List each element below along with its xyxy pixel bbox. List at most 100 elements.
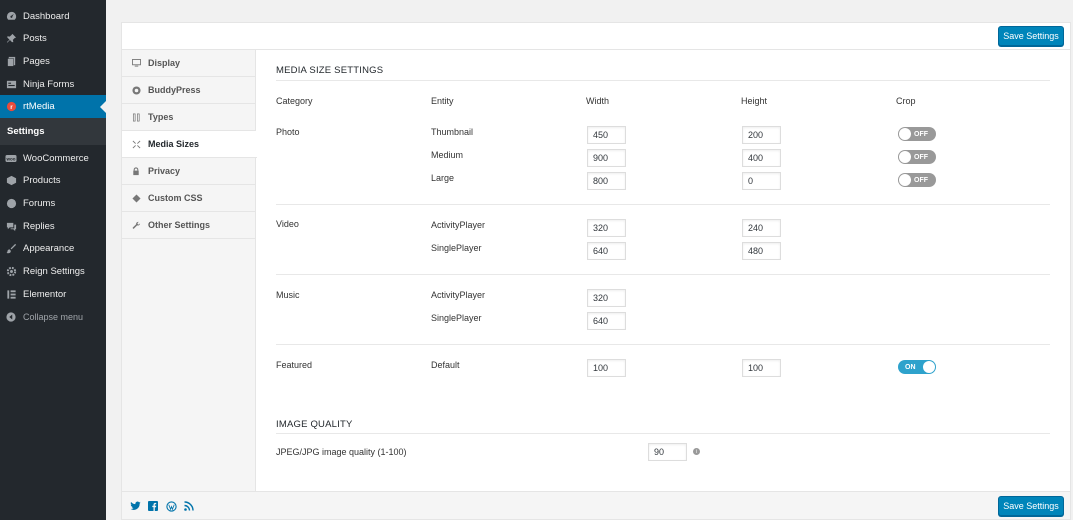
sidebar-item-label: Reign Settings: [23, 266, 85, 277]
image-quality-heading: IMAGE QUALITY: [276, 419, 353, 430]
toggle-label: OFF: [914, 176, 928, 184]
entity-large: Large: [431, 173, 455, 183]
tab-label: BuddyPress: [148, 85, 201, 95]
sidebar-item-replies[interactable]: Replies: [0, 215, 106, 238]
video-activityplayer-height-input[interactable]: 240: [742, 219, 781, 237]
settings-panel: Save Settings Display BuddyPress Types M…: [121, 22, 1071, 520]
products-icon: [5, 175, 17, 187]
sidebar-item-label: Appearance: [23, 243, 75, 254]
tab-label: Privacy: [148, 166, 181, 176]
rss-icon[interactable]: [183, 500, 195, 512]
collapse-menu-button[interactable]: Collapse menu: [0, 305, 106, 328]
entity-thumbnail: Thumbnail: [431, 127, 474, 137]
sidebar-item-label: Replies: [23, 221, 55, 232]
featured-height-input[interactable]: 100: [742, 359, 781, 377]
info-icon[interactable]: i: [693, 448, 700, 455]
monitor-icon: [131, 59, 141, 67]
tab-media-sizes[interactable]: Media Sizes: [122, 131, 257, 158]
video-singleplayer-width-input[interactable]: 640: [587, 242, 626, 260]
tab-label: Types: [148, 112, 174, 122]
sidebar-item-pages[interactable]: Pages: [0, 50, 106, 73]
category-featured: Featured: [276, 360, 313, 370]
entity-default: Default: [431, 360, 460, 370]
video-singleplayer-height-input[interactable]: 480: [742, 242, 781, 260]
photo-medium-height-input[interactable]: 400: [742, 149, 781, 167]
sidebar-item-posts[interactable]: Posts: [0, 27, 106, 50]
tab-label: Custom CSS: [148, 193, 203, 203]
dashboard-icon: [5, 11, 17, 23]
tab-display[interactable]: Display: [122, 50, 256, 77]
sidebar-item-label: Dashboard: [23, 11, 70, 22]
entity-singleplayer: SinglePlayer: [431, 243, 482, 253]
twitter-icon[interactable]: [129, 500, 141, 512]
image-quality-label: JPEG/JPG image quality (1-100): [276, 447, 407, 457]
featured-width-input[interactable]: 100: [587, 359, 626, 377]
sidebar-item-dashboard[interactable]: Dashboard: [0, 5, 106, 28]
category-photo: Photo: [276, 127, 300, 137]
tab-custom-css[interactable]: Custom CSS: [122, 185, 256, 212]
photo-thumbnail-width-input[interactable]: 450: [587, 126, 626, 144]
divider: [276, 274, 1050, 275]
pin-icon: [5, 33, 17, 45]
media-size-settings-heading: MEDIA SIZE SETTINGS: [276, 65, 384, 76]
music-singleplayer-width-input[interactable]: 640: [587, 312, 626, 330]
photo-large-height-input[interactable]: 0: [742, 172, 781, 190]
css-icon: [131, 193, 141, 203]
save-settings-button-top[interactable]: Save Settings: [998, 26, 1064, 46]
tab-label: Media Sizes: [148, 139, 200, 149]
submenu-item-settings[interactable]: Settings: [7, 126, 44, 137]
sidebar-item-label: rtMedia: [23, 101, 55, 112]
image-quality-input[interactable]: 90: [648, 443, 687, 461]
tab-label: Other Settings: [148, 220, 211, 230]
wrench-icon: [131, 221, 141, 230]
sidebar-item-rtmedia[interactable]: r rtMedia: [0, 95, 106, 118]
save-settings-button-bottom[interactable]: Save Settings: [998, 496, 1064, 516]
photo-thumbnail-height-input[interactable]: 200: [742, 126, 781, 144]
forums-icon: [5, 198, 17, 210]
divider: [276, 433, 1050, 434]
sidebar-item-label: WooCommerce: [23, 153, 89, 164]
entity-activityplayer: ActivityPlayer: [431, 290, 486, 300]
featured-crop-toggle[interactable]: ON: [898, 360, 936, 374]
music-activityplayer-width-input[interactable]: 320: [587, 289, 626, 307]
sidebar-item-products[interactable]: Products: [0, 169, 106, 192]
photo-medium-crop-toggle[interactable]: OFF: [898, 150, 936, 164]
column-header-height: Height: [741, 96, 768, 106]
entity-singleplayer: SinglePlayer: [431, 313, 482, 323]
toggle-label: OFF: [914, 130, 928, 138]
sidebar-item-forums[interactable]: Forums: [0, 192, 106, 215]
divider: [276, 80, 1050, 81]
photo-large-width-input[interactable]: 800: [587, 172, 626, 190]
sidebar-item-appearance[interactable]: Appearance: [0, 237, 106, 260]
photo-medium-width-input[interactable]: 900: [587, 149, 626, 167]
media-sizes-icon: [131, 140, 141, 149]
sidebar-item-ninja-forms[interactable]: Ninja Forms: [0, 73, 106, 96]
sidebar-item-label: Products: [23, 175, 61, 186]
column-header-entity: Entity: [431, 96, 454, 106]
tab-buddypress[interactable]: BuddyPress: [122, 77, 256, 104]
toggle-knob: [899, 151, 911, 163]
video-activityplayer-width-input[interactable]: 320: [587, 219, 626, 237]
sidebar-item-label: Elementor: [23, 289, 67, 300]
wordpress-icon[interactable]: [165, 500, 177, 512]
tab-other-settings[interactable]: Other Settings: [122, 212, 256, 239]
sidebar-item-label: Forums: [23, 198, 56, 209]
tab-privacy[interactable]: Privacy: [122, 158, 256, 185]
collapse-icon: [5, 311, 17, 323]
facebook-icon[interactable]: [147, 500, 159, 512]
tab-types[interactable]: Types: [122, 104, 256, 131]
photo-large-crop-toggle[interactable]: OFF: [898, 173, 936, 187]
sidebar-item-label: Ninja Forms: [23, 79, 75, 90]
entity-activityplayer: ActivityPlayer: [431, 220, 486, 230]
column-header-crop: Crop: [896, 96, 916, 106]
buddypress-icon: [131, 85, 141, 95]
sidebar-item-elementor[interactable]: Elementor: [0, 283, 106, 306]
divider: [276, 204, 1050, 205]
column-header-category: Category: [276, 96, 313, 106]
tab-label: Display: [148, 58, 181, 68]
sidebar-item-reign-settings[interactable]: Reign Settings: [0, 260, 106, 283]
types-icon: [131, 113, 141, 122]
divider: [276, 344, 1050, 345]
sidebar-item-woocommerce[interactable]: woo WooCommerce: [0, 147, 106, 170]
photo-thumbnail-crop-toggle[interactable]: OFF: [898, 127, 936, 141]
